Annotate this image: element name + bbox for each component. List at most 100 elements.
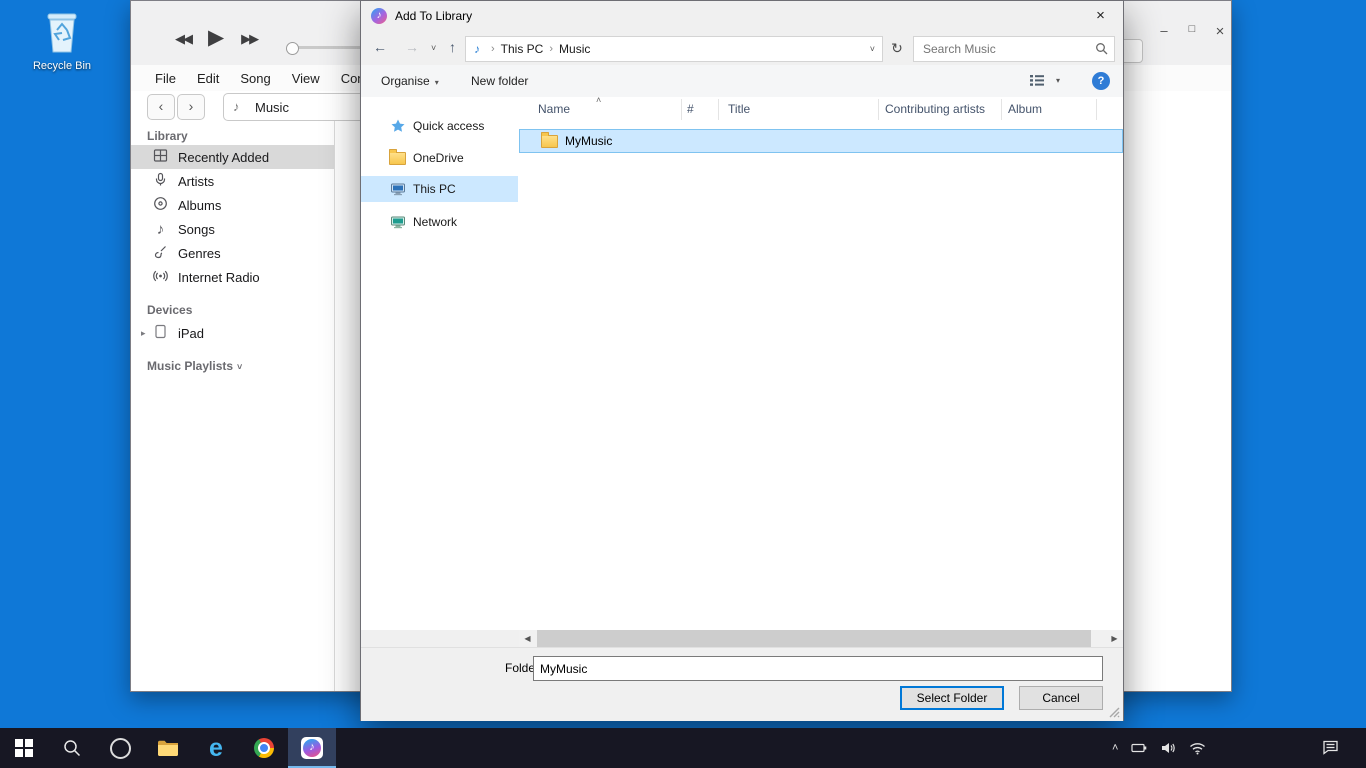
file-row-mymusic[interactable]: MyMusic xyxy=(519,129,1123,153)
menu-edit[interactable]: Edit xyxy=(197,71,219,86)
playlists-heading[interactable]: Music Playlists˅ xyxy=(147,359,242,373)
rewind-button[interactable]: ◀◀ xyxy=(175,31,191,47)
start-button[interactable] xyxy=(0,728,48,768)
system-tray: ˄ xyxy=(1112,728,1206,768)
close-button[interactable]: × xyxy=(1213,23,1227,40)
cortana-button[interactable] xyxy=(96,728,144,768)
volume-slider-knob[interactable] xyxy=(286,42,299,55)
sidebar-item-ipad[interactable]: ▸ iPad xyxy=(131,321,334,345)
speaker-icon[interactable] xyxy=(1160,741,1176,755)
breadcrumb-this-pc[interactable]: This PC xyxy=(501,42,544,56)
ipad-icon xyxy=(152,324,169,342)
forward-button[interactable]: → xyxy=(405,39,419,55)
devices-heading: Devices xyxy=(147,303,192,317)
chevron-down-icon: ˅ xyxy=(237,362,242,372)
view-mode-button[interactable]: ▾ xyxy=(1029,74,1060,87)
folder-icon xyxy=(541,135,558,148)
onedrive-icon xyxy=(389,152,406,165)
sidebar-item-songs[interactable]: ♪ Songs xyxy=(131,217,334,241)
guitar-icon xyxy=(152,244,169,262)
nav-item-this-pc[interactable]: This PC xyxy=(361,176,518,202)
column-title[interactable]: Title xyxy=(728,102,750,116)
network-wifi-icon[interactable] xyxy=(1189,742,1206,755)
menu-song[interactable]: Song xyxy=(240,71,270,86)
search-input[interactable] xyxy=(921,38,1093,60)
up-button[interactable]: ↑ xyxy=(449,39,456,55)
volume-slider[interactable] xyxy=(287,46,363,49)
select-folder-button[interactable]: Select Folder xyxy=(900,686,1004,710)
maximize-button[interactable]: □ xyxy=(1185,23,1199,40)
breadcrumb-music[interactable]: Music xyxy=(559,42,590,56)
sort-ascending-icon: ˄ xyxy=(596,95,601,105)
search-icon xyxy=(63,739,81,757)
nav-back-button[interactable]: ‹ xyxy=(147,94,175,120)
broadcast-icon xyxy=(152,268,169,286)
resize-grip[interactable] xyxy=(1108,706,1120,718)
dialog-close-button[interactable]: × xyxy=(1078,1,1123,31)
back-button[interactable]: ← xyxy=(373,39,387,55)
recycle-bin-desktop-icon[interactable]: Recycle Bin xyxy=(28,8,96,72)
file-explorer-icon xyxy=(157,739,179,757)
nav-forward-button[interactable]: › xyxy=(177,94,205,120)
edge-button[interactable]: e xyxy=(192,728,240,768)
scroll-right-button[interactable]: ▶ xyxy=(1106,630,1123,647)
column-name[interactable]: Name xyxy=(538,102,570,116)
expand-chevron-icon[interactable]: ▸ xyxy=(141,328,146,339)
itunes-app-icon: ♪ xyxy=(371,8,387,24)
file-name: MyMusic xyxy=(565,134,612,148)
column-number[interactable]: # xyxy=(687,102,694,116)
battery-icon[interactable] xyxy=(1131,743,1147,753)
refresh-button[interactable]: ↻ xyxy=(885,36,909,60)
new-folder-button[interactable]: New folder xyxy=(471,74,528,88)
nav-item-label: Network xyxy=(413,215,457,229)
dialog-titlebar[interactable]: ♪ Add To Library × xyxy=(361,1,1123,31)
this-pc-icon xyxy=(389,181,406,197)
minimize-button[interactable]: – xyxy=(1157,23,1171,40)
taskbar: e ♪ ˄ xyxy=(0,728,1366,768)
chrome-button[interactable] xyxy=(240,728,288,768)
scrollbar-thumb[interactable] xyxy=(537,630,1091,647)
dialog-footer: Folder: Select Folder Cancel xyxy=(361,647,1123,721)
menu-view[interactable]: View xyxy=(292,71,320,86)
menu-file[interactable]: File xyxy=(155,71,176,86)
file-explorer-button[interactable] xyxy=(144,728,192,768)
list-view-icon xyxy=(1029,74,1045,87)
action-center-icon[interactable] xyxy=(1322,740,1339,755)
network-icon xyxy=(389,214,406,230)
fast-forward-button[interactable]: ▶▶ xyxy=(241,31,257,47)
play-button[interactable]: ▶ xyxy=(208,25,224,50)
sidebar-item-albums[interactable]: Albums xyxy=(131,193,334,217)
organise-button[interactable]: Organise▾ xyxy=(381,74,439,88)
search-icon[interactable] xyxy=(1095,42,1108,60)
album-record-icon xyxy=(152,196,169,214)
address-dropdown-chevron[interactable]: ˅ xyxy=(870,44,875,54)
search-box[interactable] xyxy=(913,36,1115,62)
taskbar-search-button[interactable] xyxy=(48,728,96,768)
music-note-icon: ♪ xyxy=(233,99,240,114)
dialog-title: Add To Library xyxy=(395,9,472,23)
sidebar-item-recently-added[interactable]: Recently Added xyxy=(131,145,334,169)
column-contributing-artists[interactable]: Contributing artists xyxy=(885,102,985,116)
horizontal-scrollbar[interactable]: ◀ ▶ xyxy=(519,630,1123,647)
recent-locations-chevron[interactable]: ˅ xyxy=(431,43,436,53)
media-kind-dropdown[interactable]: ♪ Music ˄ ˅ xyxy=(223,93,373,121)
scroll-left-button[interactable]: ◀ xyxy=(519,630,536,647)
help-button[interactable]: ? xyxy=(1092,72,1110,90)
cancel-button[interactable]: Cancel xyxy=(1019,686,1103,710)
column-album[interactable]: Album xyxy=(1008,102,1042,116)
folder-input[interactable] xyxy=(534,657,1102,680)
crumb-separator-icon: › xyxy=(491,43,495,55)
itunes-taskbar-button[interactable]: ♪ xyxy=(288,728,336,768)
address-bar[interactable]: ♪ › This PC › Music ˅ xyxy=(465,36,883,62)
sidebar-item-internet-radio[interactable]: Internet Radio xyxy=(131,265,334,289)
nav-item-onedrive[interactable]: OneDrive xyxy=(361,145,518,171)
nav-item-network[interactable]: Network xyxy=(361,209,518,235)
dialog-toolbar: Organise▾ New folder ▾ ? xyxy=(361,65,1123,98)
sidebar-item-genres[interactable]: Genres xyxy=(131,241,334,265)
folder-input-box xyxy=(533,656,1103,681)
nav-item-quick-access[interactable]: Quick access xyxy=(361,113,518,139)
windows-logo-icon xyxy=(15,739,33,757)
hidden-icons-chevron[interactable]: ˄ xyxy=(1112,742,1118,754)
caret-down-icon: ▾ xyxy=(435,78,439,87)
sidebar-item-artists[interactable]: Artists xyxy=(131,169,334,193)
